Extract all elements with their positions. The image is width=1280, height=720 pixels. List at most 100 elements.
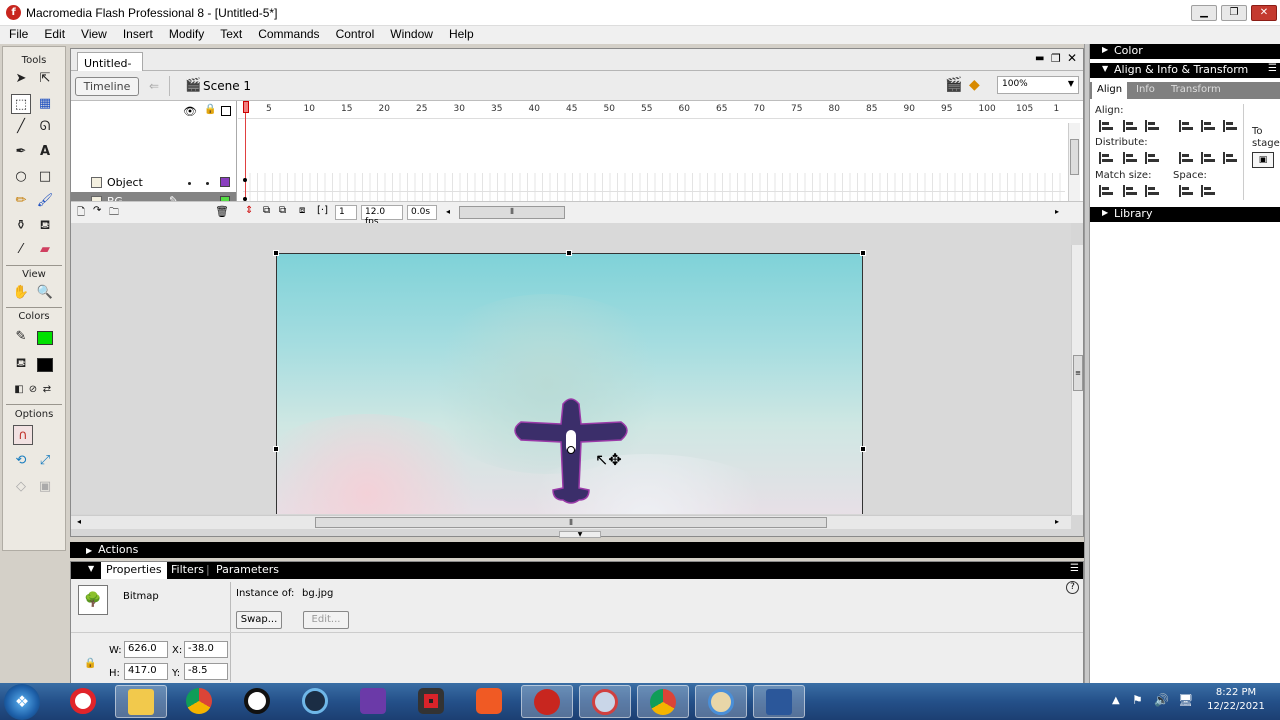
width-field[interactable]: 626.0 <box>124 641 168 658</box>
fill-transform-tool-icon[interactable]: ▦ <box>35 94 55 114</box>
rectangle-tool-icon[interactable]: □ <box>35 167 55 187</box>
scroll-right-icon[interactable]: ▸ <box>1055 517 1059 526</box>
tray-arrow-icon[interactable]: ▲ <box>1112 695 1120 706</box>
edit-scene-icon[interactable]: 🎬 <box>945 77 962 93</box>
transform-handle[interactable] <box>566 250 572 256</box>
tray-clock[interactable]: 8:22 PM 12/22/2021 <box>1200 687 1272 712</box>
frame-rate[interactable]: 12.0 fps <box>361 205 403 227</box>
edit-symbols-icon[interactable]: ◆ <box>969 77 980 93</box>
tab-align[interactable]: Align <box>1092 82 1128 99</box>
menu-control[interactable]: Control <box>327 26 382 41</box>
network-icon[interactable]: 🖥 <box>1178 693 1193 707</box>
align-right-icon[interactable] <box>1145 120 1159 132</box>
playhead[interactable] <box>243 101 249 113</box>
menu-text[interactable]: Text <box>211 26 249 41</box>
text-tool-icon[interactable]: A <box>35 142 55 162</box>
lasso-tool-icon[interactable]: ᘏ <box>35 117 55 137</box>
align-bottom-icon[interactable] <box>1223 120 1237 132</box>
doc-close-icon[interactable]: ✕ <box>1067 51 1077 65</box>
to-stage-toggle[interactable]: ▣ <box>1252 152 1274 168</box>
doc-restore-icon[interactable]: ❐ <box>1051 52 1061 65</box>
stage-hscroll[interactable]: ◂ ⦀ ▸ <box>71 515 1071 529</box>
close-button[interactable]: ✕ <box>1251 5 1277 21</box>
document-tab[interactable]: Untitled-5* <box>77 52 143 83</box>
constrain-lock-icon[interactable]: 🔒 <box>84 658 96 669</box>
doc-minimize-icon[interactable]: ▬ <box>1035 53 1044 64</box>
snipping-tool-taskbar-icon[interactable] <box>579 685 631 718</box>
tab-filters[interactable]: Filters <box>166 563 209 576</box>
delete-layer-icon[interactable]: 🗑 <box>215 205 229 218</box>
minimize-button[interactable]: ▁ <box>1191 5 1217 21</box>
distribute-left-icon[interactable] <box>1179 152 1193 164</box>
rotate-skew-icon[interactable]: ⟲ <box>11 451 31 471</box>
pencil-tool-icon[interactable]: ✏ <box>11 191 31 211</box>
lock-dot[interactable] <box>206 182 209 185</box>
timeline-vscroll[interactable] <box>1068 123 1080 201</box>
chrome-taskbar-icon[interactable] <box>173 685 225 718</box>
stage-hscroll-thumb[interactable]: ⦀ <box>315 517 827 528</box>
zoom-tool-icon[interactable]: 🔍 <box>35 283 55 303</box>
outline-icon[interactable] <box>221 106 231 116</box>
onenote-taskbar-icon[interactable] <box>347 685 399 718</box>
add-motion-guide-icon[interactable]: ↷ <box>93 205 101 216</box>
distribute-top-icon[interactable] <box>1099 152 1113 164</box>
timeline-toggle-button[interactable]: Timeline <box>75 77 139 96</box>
distribute-right-icon[interactable] <box>1223 152 1237 164</box>
selection-tool-icon[interactable]: ➤ <box>11 69 31 89</box>
menu-insert[interactable]: Insert <box>114 26 160 41</box>
eyedropper-tool-icon[interactable]: ⁄ <box>11 240 31 260</box>
align-panel-header[interactable]: ▼ Align & Info & Transform ☰ <box>1090 63 1280 78</box>
snap-magnet-icon[interactable]: ∩ <box>13 425 33 445</box>
panel-splitter[interactable] <box>1084 44 1089 683</box>
onion-outlines-icon[interactable]: ⧉ <box>279 205 286 216</box>
help-icon[interactable]: ? <box>1066 581 1079 594</box>
transform-handle[interactable] <box>860 250 866 256</box>
lock-icon[interactable]: 🔒 <box>204 104 216 115</box>
library-panel-header[interactable]: ▶ Library <box>1090 207 1280 222</box>
opera-taskbar-icon[interactable] <box>57 685 109 718</box>
menu-help[interactable]: Help <box>440 26 481 41</box>
match-width-icon[interactable] <box>1099 185 1113 197</box>
eraser-tool-icon[interactable]: ▰ <box>35 240 55 260</box>
distribute-v-center-icon[interactable] <box>1123 152 1137 164</box>
back-arrow-icon[interactable]: ⇐ <box>149 79 159 93</box>
transform-handle[interactable] <box>273 446 279 452</box>
center-frame-icon[interactable]: ⇕ <box>245 205 253 216</box>
fill-color-swatch[interactable] <box>37 358 53 372</box>
restore-button[interactable]: ❐ <box>1221 5 1247 21</box>
distribute-h-center-icon[interactable] <box>1201 152 1215 164</box>
space-horizontal-icon[interactable] <box>1201 185 1215 197</box>
flash-taskbar-icon[interactable] <box>521 685 573 718</box>
align-h-center-icon[interactable] <box>1123 120 1137 132</box>
match-height-icon[interactable] <box>1123 185 1137 197</box>
collapse-arrow-icon[interactable]: ▼ <box>83 564 99 573</box>
edit-button[interactable]: Edit... <box>303 611 349 629</box>
insert-layer-icon[interactable]: 🗋 <box>77 205 85 222</box>
menu-commands[interactable]: Commands <box>249 26 326 41</box>
start-button-icon[interactable]: ❖ <box>4 684 40 720</box>
stroke-color-swatch[interactable] <box>37 331 53 345</box>
tab-properties[interactable]: Properties <box>101 562 167 579</box>
distribute-bottom-icon[interactable] <box>1145 152 1159 164</box>
collapse-panel-handle[interactable]: ▼ <box>559 531 601 538</box>
oval-tool-icon[interactable]: ○ <box>11 167 31 187</box>
eye-icon[interactable]: 👁 <box>183 105 197 118</box>
color-panel-header[interactable]: ▶ Color <box>1090 44 1280 59</box>
chrome-taskbar-icon[interactable] <box>637 685 689 718</box>
app-taskbar-icon[interactable] <box>289 685 341 718</box>
timeline-vscroll-thumb[interactable] <box>1070 139 1079 175</box>
line-tool-icon[interactable]: ╱ <box>11 117 31 137</box>
height-field[interactable]: 417.0 <box>124 663 168 680</box>
menu-edit[interactable]: Edit <box>35 26 72 41</box>
scale-icon[interactable]: ⤢ <box>35 451 55 471</box>
scroll-left-icon[interactable]: ◂ <box>77 517 81 526</box>
tab-transform[interactable]: Transform <box>1171 84 1221 95</box>
layer-outline-color[interactable] <box>220 177 230 187</box>
stage-vscroll[interactable]: ≡ <box>1071 245 1083 515</box>
layer-row-object[interactable]: Object <box>71 173 236 192</box>
onion-skin-icon[interactable]: ⧉ <box>263 205 270 216</box>
pen-tool-icon[interactable]: ✒ <box>11 142 31 162</box>
scroll-right-icon[interactable]: ▸ <box>1055 207 1059 216</box>
visibility-dot[interactable] <box>188 182 191 185</box>
keyframe[interactable] <box>243 178 247 182</box>
